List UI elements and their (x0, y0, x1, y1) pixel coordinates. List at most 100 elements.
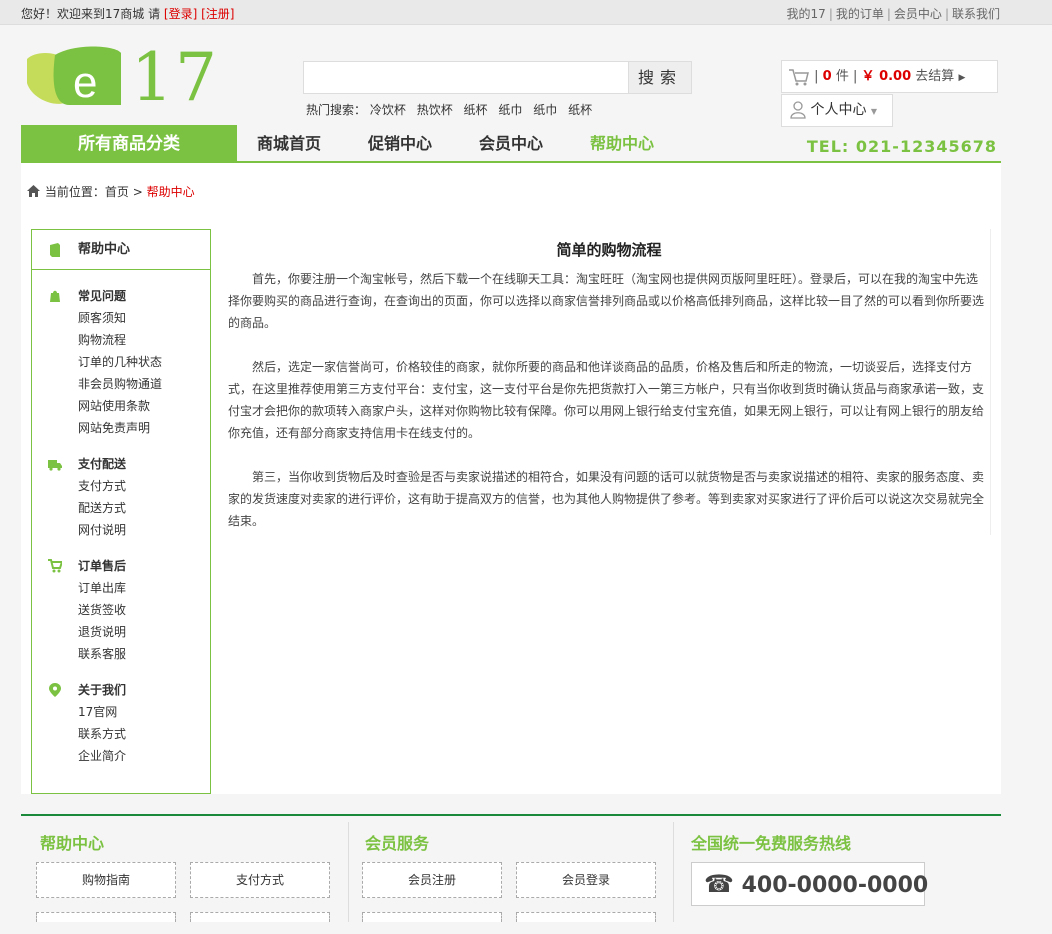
sidebar-item[interactable]: 企业简介 (78, 745, 210, 767)
hot-term[interactable]: 纸巾 (533, 103, 557, 117)
link-my17[interactable]: 我的17 (787, 7, 826, 21)
svg-text:e: e (73, 58, 97, 107)
footer: 帮助中心 购物指南 支付方式 会员服务 会员注册 会员登录 全国统一免费服务热线… (21, 814, 1001, 934)
hot-search-label: 热门搜索： (306, 103, 367, 117)
article-paragraph: 然后，选定一家信誉尚可，价格较佳的商家，就你所要的商品和他详谈商品的品质，价格及… (228, 360, 985, 440)
breadcrumb-label: 当前位置： (44, 185, 105, 199)
sidebar-item[interactable]: 17官网 (78, 701, 210, 723)
footer-button-login[interactable]: 会员登录 (516, 862, 656, 898)
nav-item-promotions[interactable]: 促销中心 (368, 125, 432, 163)
sidebar-group-payment: 支付配送 支付方式 配送方式 网付说明 (32, 453, 210, 541)
main-content: 当前位置：首页 > 帮助中心 帮助中心 常见问题 顾客须知 购物流程 订单的几种… (21, 163, 1001, 794)
article-paragraph: 首先，你要注册一个淘宝帐号，然后下载一个在线聊天工具：淘宝旺旺（淘宝网也提供网页… (228, 272, 985, 330)
help-sidebar: 帮助中心 常见问题 顾客须知 购物流程 订单的几种状态 非会员购物通道 网站使用… (31, 229, 211, 794)
leaf-logo-icon: e (27, 46, 121, 107)
footer-divider (673, 822, 674, 922)
sidebar-item[interactable]: 订单的几种状态 (78, 351, 210, 373)
sidebar-item[interactable]: 网站免责声明 (78, 417, 210, 439)
footer-divider (348, 822, 349, 922)
search-box: 搜索 (303, 61, 692, 94)
user-center-dropdown[interactable]: 个人中心 ▼ (781, 94, 893, 127)
nav-item-member-center[interactable]: 会员中心 (479, 125, 543, 163)
hot-search: 热门搜索： 冷饮杯 热饮杯 纸杯 纸巾 纸巾 纸杯 (306, 101, 599, 118)
hotline-number: 400-0000-0000 (741, 873, 929, 898)
cart-unit: 件 (835, 69, 849, 84)
footer-button-more[interactable] (36, 912, 176, 922)
sidebar-item[interactable]: 订单出库 (78, 577, 210, 599)
article-title: 简单的购物流程 (556, 241, 662, 259)
link-contact-us[interactable]: 联系我们 (952, 7, 1000, 21)
footer-button-register[interactable]: 会员注册 (362, 862, 502, 898)
cart-icon (789, 68, 809, 85)
breadcrumb-current: 帮助中心 (146, 185, 195, 199)
location-icon (49, 683, 61, 697)
sidebar-group-title: 订单售后 (78, 559, 127, 573)
book-icon (50, 243, 60, 257)
welcome-text: 您好！欢迎来到17商城 请 [登录] [注册] (21, 5, 235, 22)
footer-button-more[interactable] (190, 912, 330, 922)
checkout-link[interactable]: 去结算 (915, 69, 954, 84)
search-button[interactable]: 搜索 (628, 62, 691, 93)
hot-term[interactable]: 纸巾 (498, 103, 522, 117)
phone-number: TEL: 021-12345678 (806, 137, 997, 156)
hot-term[interactable]: 纸杯 (568, 103, 592, 117)
footer-button-shopping-guide[interactable]: 购物指南 (36, 862, 176, 898)
sidebar-item[interactable]: 退货说明 (78, 621, 210, 643)
cart-summary[interactable]: | 0 件 | ￥ 0.00 去结算 ▶ (781, 60, 998, 93)
sidebar-item[interactable]: 联系客服 (78, 643, 210, 665)
footer-button-more[interactable] (516, 912, 656, 922)
sidebar-item[interactable]: 顾客须知 (78, 307, 210, 329)
footer-help-title: 帮助中心 (40, 834, 105, 853)
hot-term[interactable]: 热饮杯 (417, 103, 453, 117)
all-categories-button[interactable]: 所有商品分类 (21, 125, 237, 163)
breadcrumb-home[interactable]: 首页 (105, 185, 129, 199)
breadcrumb: 当前位置：首页 > 帮助中心 (26, 183, 195, 200)
chevron-right-icon: ▶ (958, 73, 966, 83)
logo-number: 17 (131, 39, 219, 116)
user-icon (790, 101, 806, 119)
sidebar-title: 帮助中心 (78, 242, 131, 257)
sidebar-group-title: 支付配送 (78, 457, 127, 471)
cart-icon (48, 559, 62, 573)
nav-item-home[interactable]: 商城首页 (257, 125, 321, 163)
bag-icon (50, 290, 60, 302)
sidebar-group-aftersale: 订单售后 订单出库 送货签收 退货说明 联系客服 (32, 555, 210, 665)
chevron-down-icon: ▼ (870, 107, 878, 116)
hot-term[interactable]: 纸杯 (464, 103, 488, 117)
link-member-center[interactable]: 会员中心 (894, 7, 942, 21)
truck-icon (48, 460, 62, 471)
footer-hotline-title: 全国统一免费服务热线 (691, 834, 852, 853)
top-links: 我的17 | 我的订单 | 会员中心 | 联系我们 (786, 7, 1000, 21)
hotline-box: ☎ 400-0000-0000 (691, 862, 928, 906)
sidebar-item[interactable]: 支付方式 (78, 475, 210, 497)
sidebar-item[interactable]: 非会员购物通道 (78, 373, 210, 395)
footer-member-title: 会员服务 (365, 834, 430, 853)
sidebar-item[interactable]: 送货签收 (78, 599, 210, 621)
main-nav: 所有商品分类 商城首页 促销中心 会员中心 帮助中心 TEL: 021-1234… (21, 125, 1001, 163)
top-bar: 您好！欢迎来到17商城 请 [登录] [注册] 我的17 | 我的订单 | 会员中心 | 联… (0, 0, 1052, 25)
phone-icon: ☎ (704, 870, 734, 898)
home-icon (27, 185, 40, 197)
link-my-orders[interactable]: 我的订单 (836, 7, 884, 21)
footer-button-payment[interactable]: 支付方式 (190, 862, 330, 898)
sidebar-item[interactable]: 联系方式 (78, 723, 210, 745)
sidebar-group-title: 关于我们 (78, 683, 127, 697)
cart-total: ￥ 0.00 (861, 69, 912, 84)
sidebar-item[interactable]: 网站使用条款 (78, 395, 210, 417)
cart-count: 0 (822, 69, 832, 84)
article-paragraph: 第三，当你收到货物后及时查验是否与卖家说描述的相符合，如果没有问题的话可以就货物… (228, 470, 985, 528)
search-input[interactable] (304, 62, 629, 93)
login-link[interactable]: [登录] (164, 7, 197, 21)
hot-term[interactable]: 冷饮杯 (370, 103, 406, 117)
sidebar-item[interactable]: 购物流程 (78, 329, 210, 351)
site-logo[interactable]: e 17 (25, 39, 225, 116)
sidebar-header: 帮助中心 (32, 230, 210, 270)
breadcrumb-separator: > (132, 185, 143, 199)
sidebar-item[interactable]: 网付说明 (78, 519, 210, 541)
footer-button-more[interactable] (362, 912, 502, 922)
nav-item-help-center[interactable]: 帮助中心 (590, 125, 654, 163)
register-link[interactable]: [注册] (201, 7, 234, 21)
sidebar-item[interactable]: 配送方式 (78, 497, 210, 519)
sidebar-group-faq: 常见问题 顾客须知 购物流程 订单的几种状态 非会员购物通道 网站使用条款 网站… (32, 285, 210, 439)
sidebar-group-title: 常见问题 (78, 289, 127, 303)
